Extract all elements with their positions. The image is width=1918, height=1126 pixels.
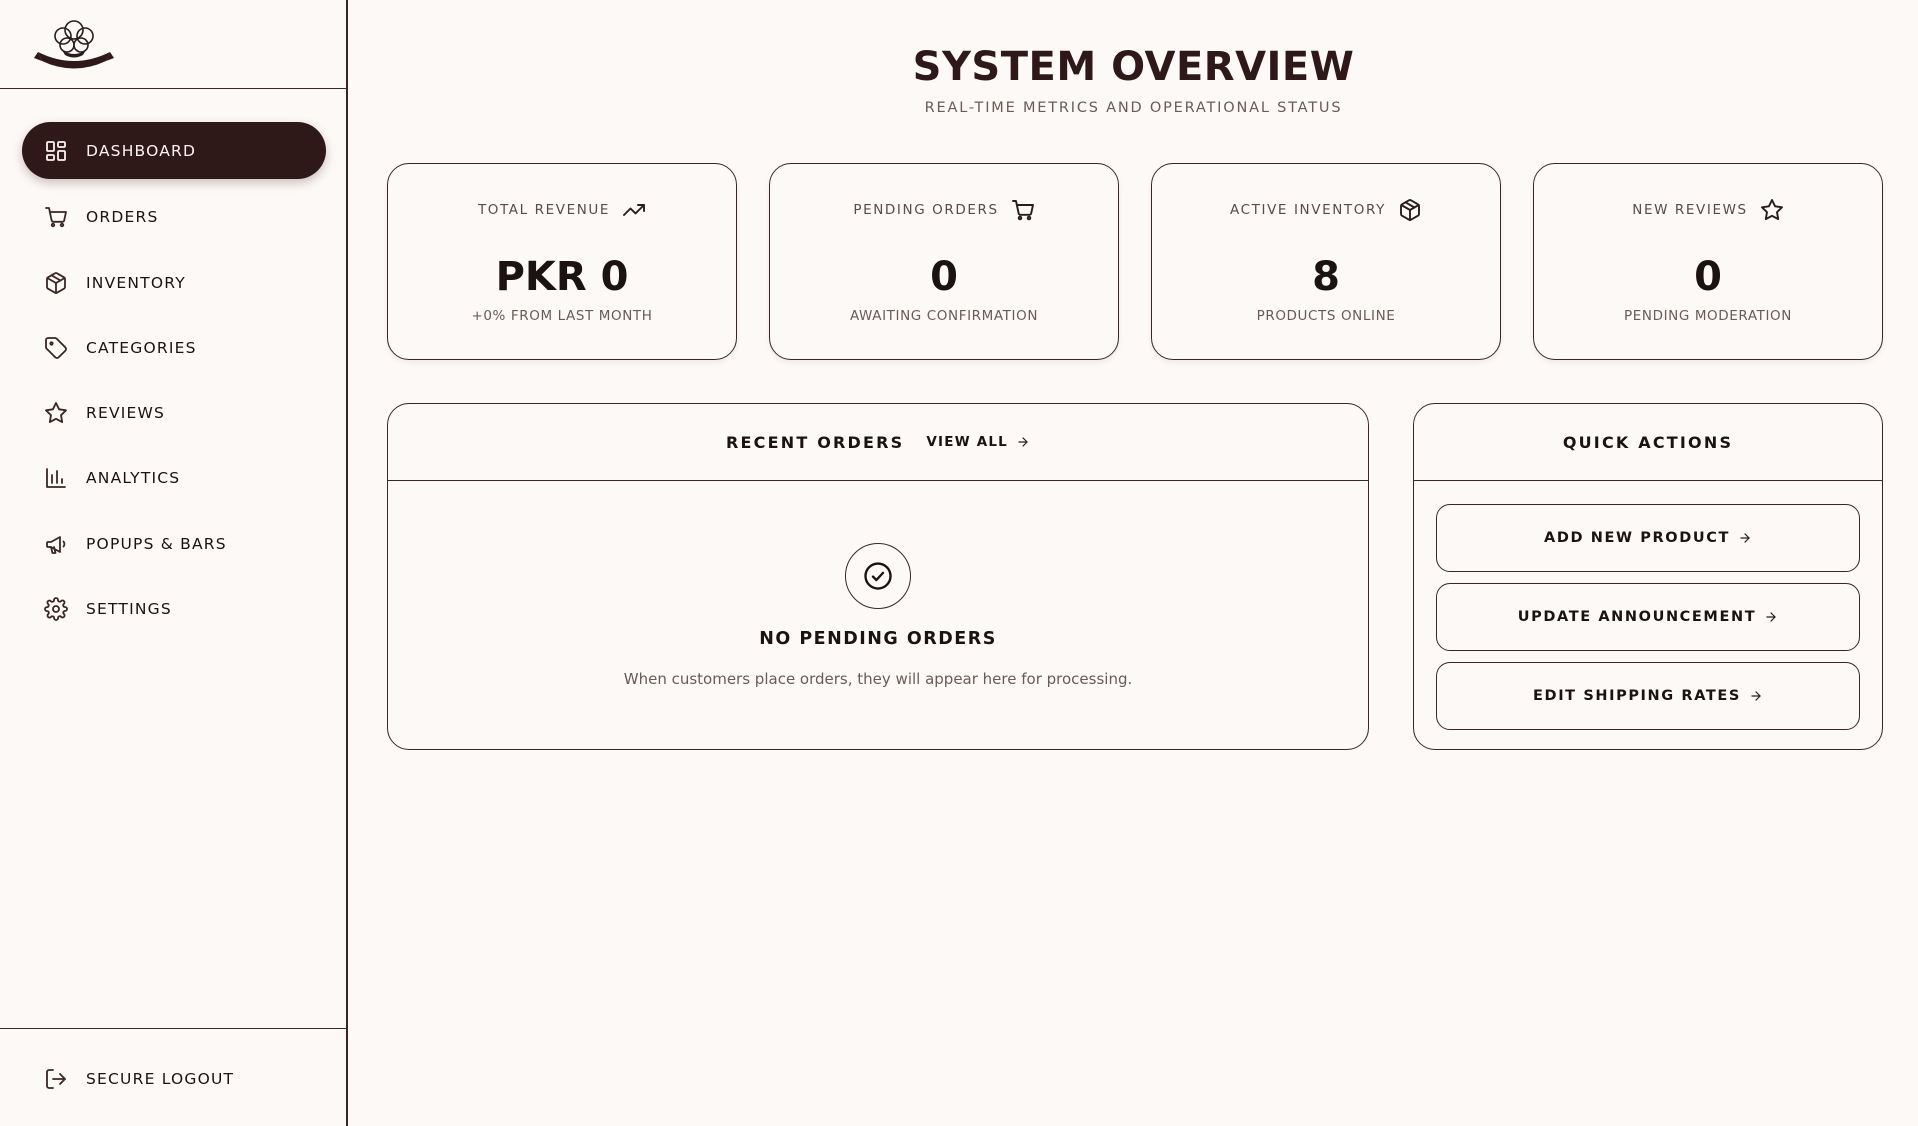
quick-actions-header: QUICK ACTIONS (1414, 404, 1882, 481)
sidebar-item-reviews[interactable]: REVIEWS (22, 384, 326, 441)
cart-icon (1011, 200, 1034, 221)
box-icon (46, 271, 66, 294)
check-circle-icon (864, 562, 892, 590)
secure-logout-button[interactable]: SECURE LOGOUT (44, 1067, 234, 1091)
stat-value: 8 (1312, 254, 1340, 300)
sidebar-item-label: CATEGORIES (86, 338, 197, 357)
stat-card-new-reviews: NEW REVIEWS 0 PENDING MODERATION (1533, 163, 1883, 360)
stat-card-header: TOTAL REVENUE (388, 198, 736, 222)
stat-card-header: ACTIVE INVENTORY (1152, 198, 1500, 222)
stat-subtext: AWAITING CONFIRMATION (849, 308, 1039, 324)
logo-area (0, 0, 346, 89)
sidebar-item-analytics[interactable]: ANALYTICS (22, 449, 326, 506)
recent-orders-panel: RECENT ORDERS VIEW ALL NO PENDING ORDERS… (387, 403, 1369, 750)
sidebar-item-label: ORDERS (86, 207, 159, 226)
megaphone-icon (46, 535, 66, 554)
page-title: SYSTEM OVERVIEW (912, 44, 1355, 90)
arrow-right-icon (1766, 612, 1776, 622)
button-label: UPDATE ANNOUNCEMENT (1517, 609, 1757, 625)
sidebar-item-inventory[interactable]: INVENTORY (22, 254, 326, 311)
update-announcement-button[interactable]: UPDATE ANNOUNCEMENT (1436, 583, 1860, 651)
sidebar-item-label: ANALYTICS (86, 468, 181, 487)
button-label: EDIT SHIPPING RATES (1533, 688, 1741, 704)
sidebar-item-settings[interactable]: SETTINGS (22, 580, 326, 637)
logout-icon (46, 1069, 66, 1089)
admin-app: DASHBOARD ORDERS INVENTORY CATEGORIES RE… (0, 0, 1918, 1126)
cart-icon (45, 206, 67, 227)
stat-subtext: +0% FROM LAST MONTH (471, 308, 653, 324)
sidebar-item-label: POPUPS & BARS (86, 534, 227, 553)
sidebar-item-popups-bars[interactable]: POPUPS & BARS (22, 515, 326, 572)
page-subtitle: REAL-TIME METRICS AND OPERATIONAL STATUS (924, 100, 1343, 116)
view-all-label: VIEW ALL (926, 434, 1008, 450)
stat-label: NEW REVIEWS (1632, 202, 1748, 218)
add-new-product-button[interactable]: ADD NEW PRODUCT (1436, 504, 1860, 572)
main-content: SYSTEM OVERVIEW REAL-TIME METRICS AND OP… (349, 0, 1918, 1126)
stat-card-active-inventory: ACTIVE INVENTORY 8 PRODUCTS ONLINE (1151, 163, 1501, 360)
stat-value: 0 (1694, 254, 1722, 300)
sidebar-item-label: INVENTORY (86, 273, 186, 292)
empty-state-title: NO PENDING ORDERS (759, 629, 997, 649)
stat-subtext: PENDING MODERATION (1624, 308, 1792, 324)
recent-orders-header: RECENT ORDERS VIEW ALL (388, 404, 1368, 481)
bar-chart-icon (46, 467, 66, 488)
stat-label: ACTIVE INVENTORY (1230, 202, 1386, 218)
sidebar-item-label: SETTINGS (86, 599, 172, 618)
trending-up-icon (623, 204, 645, 216)
stat-subtext: PRODUCTS ONLINE (1256, 308, 1396, 324)
stat-card-header: PENDING ORDERS (770, 198, 1118, 222)
view-all-link[interactable]: VIEW ALL (926, 434, 1030, 450)
edit-shipping-rates-button[interactable]: EDIT SHIPPING RATES (1436, 662, 1860, 730)
logout-area: SECURE LOGOUT (0, 1028, 346, 1126)
stat-label: TOTAL REVENUE (477, 202, 611, 218)
tag-icon (45, 336, 67, 359)
stat-card-total-revenue: TOTAL REVENUE PKR 0 +0% FROM LAST MONTH (387, 163, 737, 360)
box-icon (1399, 199, 1420, 221)
quick-actions-title: QUICK ACTIONS (1562, 432, 1734, 452)
cotton-flower-logo[interactable] (34, 16, 114, 72)
arrow-right-icon (1740, 533, 1750, 543)
empty-state-text: When customers place orders, they will a… (623, 670, 1133, 688)
arrow-right-icon (1751, 691, 1761, 701)
logout-label: SECURE LOGOUT (86, 1070, 235, 1088)
star-icon (1760, 199, 1783, 221)
gear-icon (44, 596, 68, 621)
sidebar-item-categories[interactable]: CATEGORIES (22, 319, 326, 376)
sidebar-item-label: DASHBOARD (86, 141, 197, 160)
stat-value: 0 (930, 254, 958, 300)
button-label: ADD NEW PRODUCT (1544, 530, 1730, 546)
stat-value: PKR 0 (495, 254, 629, 300)
stat-card-header: NEW REVIEWS (1534, 198, 1882, 222)
stat-label: PENDING ORDERS (853, 202, 999, 218)
empty-state-icon-circle (845, 543, 911, 609)
star-icon (45, 401, 67, 423)
arrow-right-icon (1018, 437, 1028, 447)
grid-icon (46, 140, 66, 161)
recent-orders-title: RECENT ORDERS (726, 432, 905, 452)
stat-card-pending-orders: PENDING ORDERS 0 AWAITING CONFIRMATION (769, 163, 1119, 360)
sidebar: DASHBOARD ORDERS INVENTORY CATEGORIES RE… (0, 0, 348, 1126)
sidebar-item-dashboard[interactable]: DASHBOARD (22, 122, 326, 179)
sidebar-item-label: REVIEWS (86, 403, 166, 422)
sidebar-item-orders[interactable]: ORDERS (22, 188, 326, 245)
quick-actions-panel: QUICK ACTIONS ADD NEW PRODUCT UPDATE ANN… (1413, 403, 1883, 750)
